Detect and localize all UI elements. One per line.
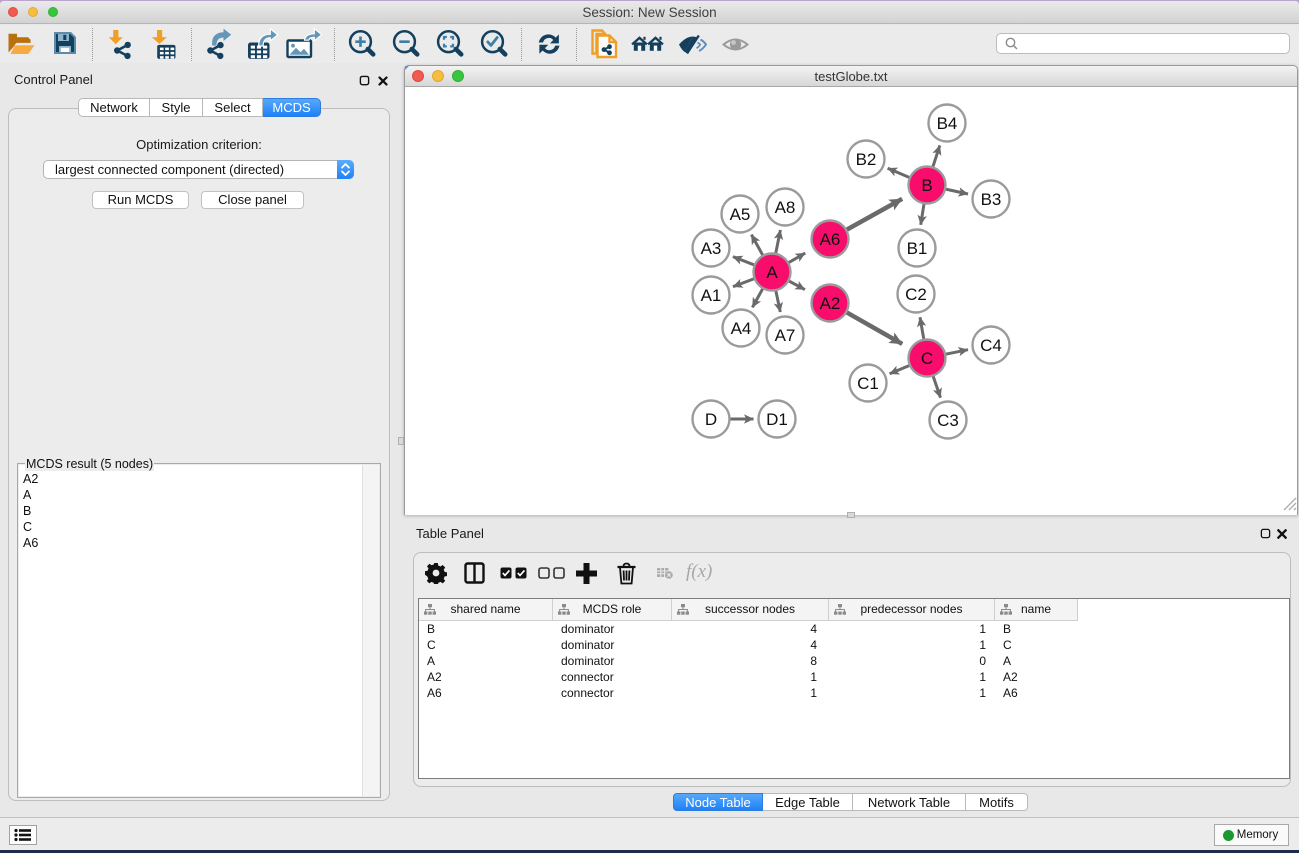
svg-text:C: C: [921, 349, 933, 368]
svg-text:B3: B3: [981, 190, 1002, 209]
svg-text:A8: A8: [775, 198, 796, 217]
svg-text:C4: C4: [980, 336, 1002, 355]
svg-text:C1: C1: [857, 374, 879, 393]
svg-text:C2: C2: [905, 285, 927, 304]
svg-text:A: A: [766, 263, 778, 282]
svg-text:B: B: [921, 176, 932, 195]
svg-text:A2: A2: [820, 294, 841, 313]
svg-text:D1: D1: [766, 410, 788, 429]
svg-text:B1: B1: [907, 239, 928, 258]
svg-text:A6: A6: [820, 230, 841, 249]
svg-text:A1: A1: [701, 286, 722, 305]
svg-text:A3: A3: [701, 239, 722, 258]
svg-text:C3: C3: [937, 411, 959, 430]
svg-text:B4: B4: [937, 114, 958, 133]
svg-text:D: D: [705, 410, 717, 429]
svg-text:A4: A4: [731, 319, 752, 338]
svg-text:A7: A7: [775, 326, 796, 345]
svg-text:A5: A5: [730, 205, 751, 224]
svg-text:B2: B2: [856, 150, 877, 169]
